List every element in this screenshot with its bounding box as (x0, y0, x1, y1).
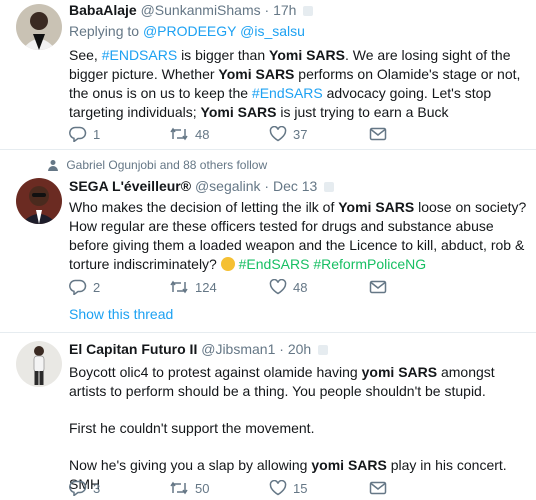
text-segment: is just trying to earn a Buck (280, 104, 449, 120)
reply-button[interactable]: 1 (69, 126, 169, 142)
author-handle[interactable]: @segalink (195, 178, 261, 194)
retweet-count: 124 (195, 279, 217, 295)
tweet-header: BabaAlaje @SunkanmiShams · 17h (69, 1, 528, 19)
tweet-header: El Capitan Futuro II @Jibsman1 · 20h (69, 340, 528, 358)
tweet-header: SEGA L'éveilleur® @segalink · Dec 13 (69, 177, 528, 195)
tweet[interactable]: BabaAlaje @SunkanmiShams · 17h Replying … (0, 0, 536, 150)
separator: · (264, 2, 270, 18)
like-count: 48 (293, 279, 308, 295)
replying-to: Replying to @PRODEEGY @is_salsu (69, 22, 528, 40)
author-handle[interactable]: @SunkanmiShams (141, 2, 261, 18)
text-segment: is bigger than (181, 47, 266, 63)
envelope-icon (369, 481, 387, 495)
hashtag-link[interactable]: #EndSARS (252, 85, 323, 101)
like-button[interactable]: 48 (269, 279, 369, 295)
hashtag-link[interactable]: #ENDSARS (102, 47, 177, 63)
author-name[interactable]: El Capitan Futuro II (69, 341, 197, 357)
reply-icon (69, 480, 87, 496)
media-icon (324, 182, 335, 193)
text-segment: Boycott olic4 to protest against olamide… (69, 364, 358, 380)
text-segment: See, (69, 47, 98, 63)
avatar[interactable] (16, 178, 62, 224)
avatar[interactable] (16, 4, 62, 50)
highlighted-term: yomi SARS (361, 364, 438, 380)
reply-mention[interactable]: @is_salsu (240, 23, 305, 39)
tweet-actions: 1 48 37 (69, 124, 469, 144)
tweet-text: Who makes the decision of letting the il… (69, 198, 528, 274)
highlighted-term: Yomi SARS (338, 199, 415, 215)
reply-count: 3 (93, 480, 101, 496)
hashtag-link[interactable]: #ReformPoliceNG (313, 256, 426, 272)
text-segment: Who makes the decision of letting the il… (69, 199, 335, 215)
retweet-icon (170, 280, 188, 294)
thinking-face-emoji-icon (220, 257, 235, 271)
reply-count: 1 (93, 126, 101, 142)
highlighted-term: Yomi SARS (218, 66, 295, 82)
heart-icon (269, 480, 287, 496)
media-icon (318, 345, 329, 356)
direct-message-button[interactable] (369, 480, 469, 496)
replying-to-label: Replying to (69, 23, 140, 39)
timestamp[interactable]: 17h (273, 2, 296, 18)
show-thread-link[interactable]: Show this thread (69, 306, 173, 322)
reply-mention[interactable]: @PRODEEGY (143, 23, 236, 39)
social-context-text[interactable]: Gabriel Ogunjobi and 88 others follow (66, 158, 267, 172)
tweet-actions: 3 50 15 (69, 478, 469, 498)
tweet-paragraph: First he couldn't support the movement. (69, 420, 315, 436)
timestamp[interactable]: Dec 13 (273, 178, 317, 194)
author-handle[interactable]: @Jibsman1 (201, 341, 275, 357)
like-button[interactable]: 15 (269, 480, 369, 496)
like-count: 37 (293, 126, 308, 142)
reply-button[interactable]: 3 (69, 480, 169, 496)
timestamp[interactable]: 20h (288, 341, 311, 357)
retweet-button[interactable]: 50 (169, 480, 269, 496)
media-icon (303, 6, 314, 17)
retweet-button[interactable]: 48 (169, 126, 269, 142)
reply-button[interactable]: 2 (69, 279, 169, 295)
tweet-text: Boycott olic4 to protest against olamide… (69, 363, 528, 494)
highlighted-term: Yomi SARS (200, 104, 277, 120)
direct-message-button[interactable] (369, 279, 469, 295)
reply-icon (69, 126, 87, 142)
reply-icon (69, 279, 87, 295)
like-button[interactable]: 37 (269, 126, 369, 142)
heart-icon (269, 126, 287, 142)
author-name[interactable]: BabaAlaje (69, 2, 137, 18)
person-icon (48, 160, 58, 171)
highlighted-term: Yomi SARS (269, 47, 345, 63)
retweet-count: 48 (195, 126, 210, 142)
separator: · (279, 341, 284, 357)
direct-message-button[interactable] (369, 126, 469, 142)
avatar[interactable] (16, 341, 62, 387)
hashtag-link[interactable]: #EndSARS (239, 256, 310, 272)
heart-icon (269, 279, 287, 295)
retweet-icon (170, 481, 188, 495)
tweet-actions: 2 124 48 (69, 277, 469, 297)
tweet-text: See, #ENDSARS is bigger than Yomi SARS. … (69, 46, 528, 122)
reply-count: 2 (93, 279, 101, 295)
tweet-paragraph: Boycott olic4 to protest against olamide… (69, 363, 528, 401)
social-context: Gabriel Ogunjobi and 88 others follow (47, 158, 267, 172)
highlighted-term: yomi SARS (311, 457, 387, 473)
retweet-count: 50 (195, 480, 210, 496)
retweet-button[interactable]: 124 (169, 279, 269, 295)
envelope-icon (369, 127, 387, 141)
text-segment: Now he's giving you a slap by allowing (69, 457, 308, 473)
author-name[interactable]: SEGA L'éveilleur® (69, 178, 191, 194)
separator: · (264, 178, 270, 194)
tweet[interactable]: El Capitan Futuro II @Jibsman1 · 20h Boy… (0, 333, 536, 500)
retweet-icon (170, 127, 188, 141)
like-count: 15 (293, 480, 308, 496)
envelope-icon (369, 280, 387, 294)
tweet[interactable]: Gabriel Ogunjobi and 88 others follow SE… (0, 150, 536, 333)
